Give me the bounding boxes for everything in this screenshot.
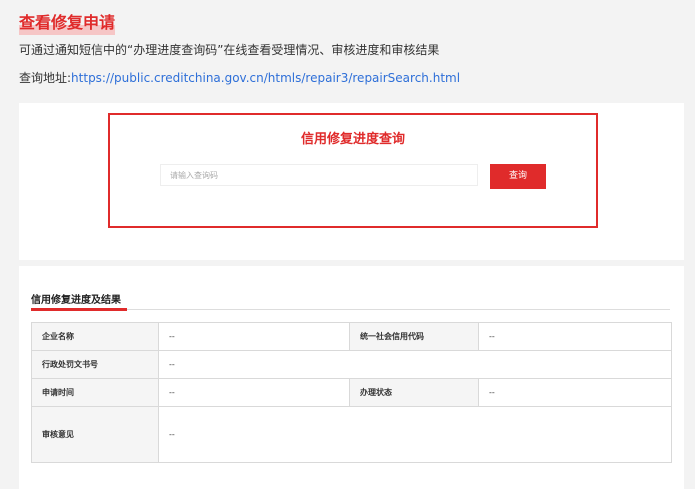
credit-code-value: -- <box>478 322 672 351</box>
penalty-doc-value: -- <box>158 350 672 379</box>
review-opinion-label: 审核意见 <box>31 406 159 463</box>
company-name-value: -- <box>158 322 350 351</box>
search-panel: 信用修复进度查询 查询 <box>19 103 684 260</box>
status-value: -- <box>478 378 672 407</box>
table-row: 行政处罚文书号 -- <box>31 350 672 379</box>
apply-time-value: -- <box>158 378 350 407</box>
description-text: 可通过通知短信中的“办理进度查询码”在线查看受理情况、审核进度和审核结果 <box>19 43 440 57</box>
query-address: 查询地址:https://public.creditchina.gov.cn/h… <box>19 69 460 86</box>
result-table: 企业名称 -- 统一社会信用代码 -- 行政处罚文书号 -- 申请时间 -- 办… <box>31 322 672 463</box>
apply-time-label: 申请时间 <box>31 378 159 407</box>
credit-code-label: 统一社会信用代码 <box>349 322 479 351</box>
table-row: 企业名称 -- 统一社会信用代码 -- <box>31 322 672 351</box>
section-title: 信用修复进度及结果 <box>31 295 121 306</box>
table-row: 审核意见 -- <box>31 406 672 463</box>
address-label: 查询地址: <box>19 71 72 85</box>
search-button[interactable]: 查询 <box>490 164 546 189</box>
result-panel: 信用修复进度及结果 企业名称 -- 统一社会信用代码 -- 行政处罚文书号 --… <box>19 266 684 489</box>
address-link[interactable]: https://public.creditchina.gov.cn/htmls/… <box>71 71 460 85</box>
company-name-label: 企业名称 <box>31 322 159 351</box>
section-title-underline <box>31 308 127 311</box>
search-title: 信用修复进度查询 <box>300 132 405 147</box>
review-opinion-value: -- <box>158 406 672 463</box>
query-code-input[interactable] <box>160 164 478 186</box>
page-title: 查看修复申请 <box>19 9 116 35</box>
penalty-doc-label: 行政处罚文书号 <box>31 350 159 379</box>
status-label: 办理状态 <box>349 378 479 407</box>
table-row: 申请时间 -- 办理状态 -- <box>31 378 672 407</box>
search-box: 信用修复进度查询 查询 <box>108 113 598 228</box>
